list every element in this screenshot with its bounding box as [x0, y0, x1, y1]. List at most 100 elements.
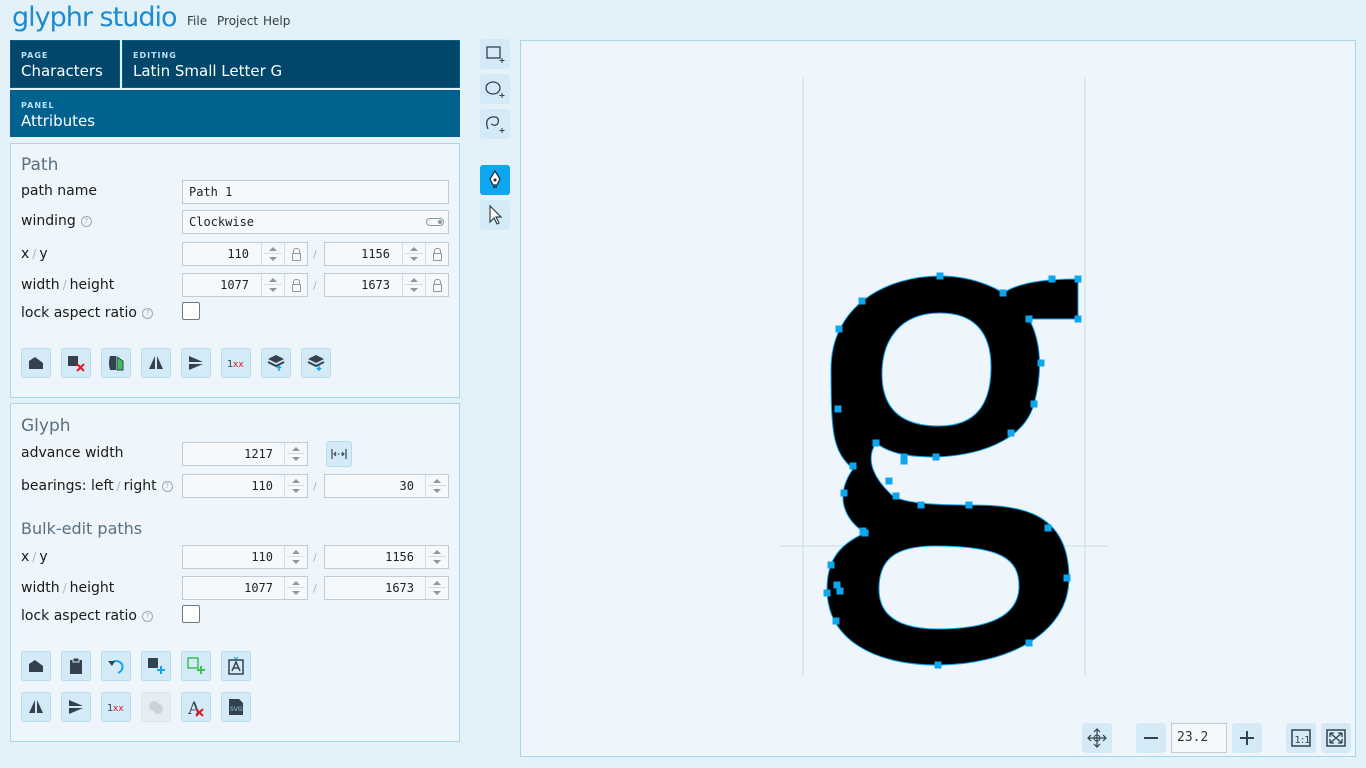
- panel-selector[interactable]: PANEL Attributes: [10, 90, 460, 137]
- path-point[interactable]: [1048, 275, 1056, 283]
- spinner-icon[interactable]: [425, 546, 448, 568]
- path-point[interactable]: [965, 501, 973, 509]
- flip-vertical-button[interactable]: [181, 348, 211, 378]
- move-layer-up-button[interactable]: [261, 348, 291, 378]
- path-point[interactable]: [1074, 315, 1082, 323]
- lock-icon[interactable]: [284, 274, 307, 296]
- copy-glyph-button[interactable]: [21, 651, 51, 681]
- path-point[interactable]: [1074, 275, 1082, 283]
- path-point[interactable]: [936, 272, 944, 280]
- glyph-canvas[interactable]: [521, 41, 1357, 758]
- bulk-lock-aspect-checkbox[interactable]: [182, 605, 200, 623]
- bulk-height-input[interactable]: 1673: [324, 576, 449, 600]
- path-point[interactable]: [885, 477, 893, 485]
- get-shapes-button[interactable]: [221, 651, 251, 681]
- glyph-outline[interactable]: [826, 275, 1079, 666]
- flip-vertical-glyph-button[interactable]: [61, 692, 91, 722]
- path-point[interactable]: [827, 561, 835, 569]
- copy-path-button[interactable]: [21, 348, 51, 378]
- bulk-x-input[interactable]: 110: [182, 545, 308, 569]
- spinner-icon[interactable]: [402, 243, 425, 265]
- help-icon[interactable]: ?: [80, 215, 92, 227]
- path-point[interactable]: [840, 489, 848, 497]
- menu-project[interactable]: Project: [217, 14, 258, 28]
- advance-width-input[interactable]: 1217: [182, 442, 308, 466]
- path-point[interactable]: [900, 457, 908, 465]
- new-path-tool[interactable]: [480, 109, 510, 139]
- help-icon[interactable]: ?: [161, 480, 173, 492]
- path-point[interactable]: [834, 405, 842, 413]
- pen-tool[interactable]: [480, 165, 510, 195]
- zoom-one-to-one-button[interactable]: 1:1: [1286, 723, 1316, 753]
- help-icon[interactable]: ?: [142, 307, 153, 319]
- path-lock-aspect-checkbox[interactable]: [182, 302, 200, 320]
- lock-icon[interactable]: [425, 274, 448, 296]
- spinner-icon[interactable]: [425, 475, 448, 497]
- path-point[interactable]: [1025, 315, 1033, 323]
- path-point[interactable]: [1025, 639, 1033, 647]
- path-point[interactable]: [917, 501, 925, 509]
- paste-button[interactable]: [61, 651, 91, 681]
- spinner-icon[interactable]: [284, 443, 307, 465]
- path-point[interactable]: [872, 439, 880, 447]
- zoom-input[interactable]: 23.2: [1171, 723, 1227, 753]
- path-point[interactable]: [861, 529, 869, 537]
- bulk-width-input[interactable]: 1077: [182, 576, 308, 600]
- path-height-input[interactable]: 1673: [324, 273, 449, 297]
- zoom-out-button[interactable]: [1136, 723, 1166, 753]
- path-point[interactable]: [1007, 429, 1015, 437]
- export-svg-button[interactable]: SVG: [221, 692, 251, 722]
- path-point[interactable]: [833, 581, 841, 589]
- path-name-input[interactable]: Path 1: [182, 180, 449, 204]
- toggle-icon[interactable]: [426, 218, 444, 226]
- path-point[interactable]: [858, 297, 866, 305]
- path-point[interactable]: [836, 587, 844, 595]
- spinner-icon[interactable]: [284, 546, 307, 568]
- editing-selector[interactable]: EDITING Latin Small Letter G: [122, 40, 460, 88]
- clear-glyph-button[interactable]: A: [181, 692, 211, 722]
- new-oval-tool[interactable]: [480, 74, 510, 104]
- path-point[interactable]: [1063, 574, 1071, 582]
- path-point[interactable]: [835, 325, 843, 333]
- winding-input[interactable]: Clockwise: [182, 210, 449, 234]
- pan-button[interactable]: [1082, 723, 1112, 753]
- path-point[interactable]: [999, 289, 1007, 297]
- menu-help[interactable]: Help: [263, 14, 290, 28]
- lock-icon[interactable]: [284, 243, 307, 265]
- round-values-button[interactable]: 1 xx: [221, 348, 251, 378]
- help-icon[interactable]: ?: [142, 610, 153, 622]
- spinner-icon[interactable]: [284, 475, 307, 497]
- new-rectangle-tool[interactable]: [480, 39, 510, 69]
- path-width-input[interactable]: 1077: [182, 273, 308, 297]
- edit-canvas[interactable]: [520, 40, 1356, 757]
- round-glyph-values-button[interactable]: 1 xx: [101, 692, 131, 722]
- add-path-button[interactable]: [141, 651, 171, 681]
- reverse-winding-button[interactable]: [101, 348, 131, 378]
- flip-horizontal-glyph-button[interactable]: [21, 692, 51, 722]
- bulk-y-input[interactable]: 1156: [324, 545, 449, 569]
- spinner-icon[interactable]: [425, 577, 448, 599]
- spinner-icon[interactable]: [284, 577, 307, 599]
- path-x-input[interactable]: 110: [182, 242, 308, 266]
- spinner-icon[interactable]: [261, 274, 284, 296]
- path-point[interactable]: [832, 617, 840, 625]
- spinner-icon[interactable]: [261, 243, 284, 265]
- path-y-input[interactable]: 1156: [324, 242, 449, 266]
- pointer-tool[interactable]: [480, 200, 510, 230]
- path-point[interactable]: [1030, 400, 1038, 408]
- path-point[interactable]: [892, 492, 900, 500]
- flip-horizontal-button[interactable]: [141, 348, 171, 378]
- zoom-fit-button[interactable]: [1321, 723, 1351, 753]
- lock-icon[interactable]: [425, 243, 448, 265]
- add-component-button[interactable]: [181, 651, 211, 681]
- path-point[interactable]: [849, 462, 857, 470]
- menu-file[interactable]: File: [187, 14, 207, 28]
- path-point[interactable]: [932, 453, 940, 461]
- path-point[interactable]: [934, 661, 942, 669]
- page-selector[interactable]: PAGE Characters: [10, 40, 120, 88]
- spinner-icon[interactable]: [402, 274, 425, 296]
- zoom-in-button[interactable]: [1232, 723, 1262, 753]
- auto-fit-width-button[interactable]: [326, 441, 352, 467]
- delete-path-button[interactable]: [61, 348, 91, 378]
- bearing-left-input[interactable]: 110: [182, 474, 308, 498]
